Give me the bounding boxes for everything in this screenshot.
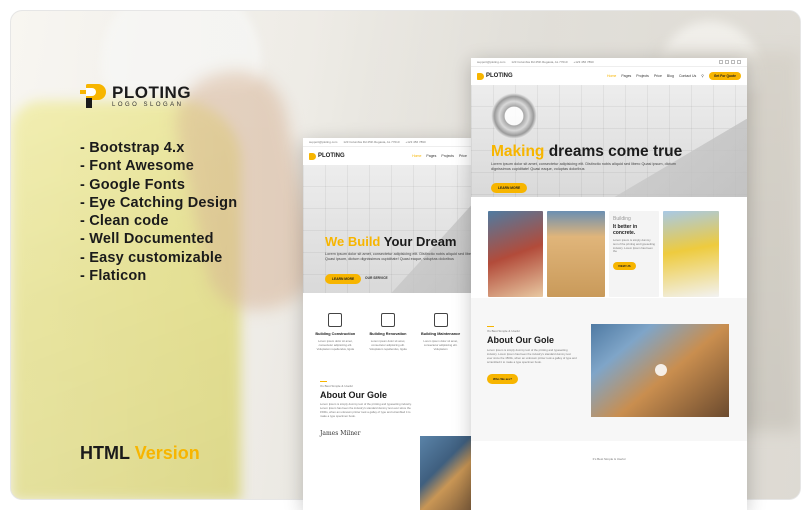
tools-icon bbox=[433, 313, 448, 327]
service-card: Building Construction Lorem ipsum dolor … bbox=[314, 313, 356, 351]
about-image bbox=[420, 436, 473, 510]
crane-icon bbox=[328, 313, 343, 327]
section-tag: It's Best Simple & Useful bbox=[592, 457, 626, 461]
view-us-button[interactable]: VIEW US bbox=[613, 262, 636, 271]
facebook-icon[interactable] bbox=[719, 60, 723, 64]
who-we-are-button[interactable]: Who We are? bbox=[487, 374, 518, 384]
topbar-phone: +123 456 7890 bbox=[405, 140, 426, 144]
version-word: Version bbox=[134, 443, 200, 463]
house-icon bbox=[380, 313, 395, 327]
brand-logo: PLOTING LOGO SLOGAN bbox=[80, 84, 191, 108]
about-section: It's Best Simple & Useful About Our Gole… bbox=[303, 357, 473, 437]
feature-item: - Font Awesome bbox=[80, 158, 194, 175]
about-text: Lorem Ipsum is simply dummy text of the … bbox=[320, 401, 412, 418]
about-title: About Our Gole bbox=[320, 389, 387, 400]
mockup-page-back: support@ploting.com 123 Columbia Rd 45th… bbox=[303, 138, 473, 510]
nav-item-contact[interactable]: Contact Us bbox=[679, 74, 696, 78]
nav-item-price[interactable]: Price bbox=[459, 154, 467, 158]
nav-item-projects[interactable]: Projects bbox=[441, 154, 454, 158]
service-card: Building Maintenance Lorem ipsum dolor s… bbox=[420, 313, 462, 351]
feature-item: - Easy customizable bbox=[80, 249, 223, 266]
bearing-image bbox=[491, 93, 537, 139]
topbar-email: support@ploting.com bbox=[477, 60, 506, 64]
topbar-address: 123 Columbia Rd 45th Regasta, AL 77010 bbox=[511, 60, 568, 64]
nav-logo[interactable]: PLOTING bbox=[309, 152, 345, 160]
nav-item-price[interactable]: Price bbox=[654, 74, 662, 78]
gallery-image bbox=[488, 211, 543, 297]
nav-item-home[interactable]: Home bbox=[412, 154, 421, 158]
nav-item-pages[interactable]: Pages bbox=[426, 154, 436, 158]
logo-icon bbox=[309, 152, 316, 160]
nav-item-pages[interactable]: Pages bbox=[621, 74, 631, 78]
topbar-address: 123 Columbia Rd 45th Regasta, AL 77010 bbox=[343, 140, 400, 144]
nav-item-blog[interactable]: Blog bbox=[667, 74, 674, 78]
service-card: Building Renovation Lorem ipsum dolor si… bbox=[367, 313, 409, 351]
services-section: Building Construction Lorem ipsum dolor … bbox=[303, 293, 473, 357]
version-html: HTML bbox=[80, 443, 130, 463]
gallery-card: Building It better in concrete. Lorem ip… bbox=[609, 211, 659, 297]
feature-item: - Google Fonts bbox=[80, 176, 186, 193]
navbar: PLOTING Home Pages Projects Price Blog C… bbox=[471, 67, 747, 85]
about-text: Lorem Ipsum is simply dummy text of the … bbox=[487, 348, 577, 364]
hero-text: Lorem ipsum dolor sit amet, consectetur … bbox=[491, 162, 676, 171]
feature-item: - Clean code bbox=[80, 213, 169, 230]
social-links bbox=[719, 60, 741, 64]
linkedin-icon[interactable] bbox=[737, 60, 741, 64]
feature-item: - Well Documented bbox=[80, 231, 214, 248]
version-label: HTML Version bbox=[80, 443, 200, 464]
brand-slogan: LOGO SLOGAN bbox=[112, 102, 184, 108]
instagram-icon[interactable] bbox=[731, 60, 735, 64]
nav-item-home[interactable]: Home bbox=[607, 74, 616, 78]
logo-icon bbox=[477, 72, 484, 80]
brand-name: PLOTING bbox=[112, 83, 192, 102]
nav-logo[interactable]: PLOTING bbox=[477, 72, 513, 80]
navbar: PLOTING Home Pages Projects Price bbox=[303, 147, 473, 165]
play-icon[interactable] bbox=[655, 364, 667, 376]
nav-item-projects[interactable]: Projects bbox=[636, 74, 649, 78]
gallery-image bbox=[547, 211, 605, 297]
hero-section: We Build Your Dream Lorem ipsum dolor si… bbox=[303, 165, 473, 293]
hero-title: We Build Your Dream bbox=[325, 234, 457, 249]
gallery-section: Building It better in concrete. Lorem ip… bbox=[471, 197, 747, 298]
hero-title: Making dreams come true bbox=[491, 143, 683, 160]
about-tag: It's Best Simple & Useful bbox=[320, 381, 473, 388]
feature-item: - Eye Catching Design bbox=[80, 194, 238, 211]
learn-more-button[interactable]: LEARN MORE bbox=[325, 274, 362, 284]
hero-text: Lorem ipsum dolor sit amet, consectetur … bbox=[325, 252, 473, 261]
gallery-image bbox=[663, 211, 719, 297]
feature-item: - Flaticon bbox=[80, 268, 147, 285]
about-section: It's Best Simple & Useful About Our Gole… bbox=[471, 298, 747, 441]
hero-section: Making dreams come true Lorem ipsum dolo… bbox=[471, 85, 747, 197]
logo-icon bbox=[80, 84, 106, 108]
topbar: support@ploting.com 123 Columbia Rd 45th… bbox=[471, 58, 747, 67]
our-service-link[interactable]: OUR SERVICE bbox=[365, 276, 388, 280]
mockup-page-front: support@ploting.com 123 Columbia Rd 45th… bbox=[471, 58, 747, 510]
about-image bbox=[591, 324, 729, 417]
topbar-phone: +123 456 7890 bbox=[573, 60, 594, 64]
get-quote-button[interactable]: Get For Quote bbox=[708, 72, 741, 80]
topbar: support@ploting.com 123 Columbia Rd 45th… bbox=[303, 138, 473, 147]
feature-list: - Bootstrap 4.x - Font Awesome - Google … bbox=[80, 139, 237, 285]
search-icon[interactable]: ⚲ bbox=[701, 74, 704, 78]
twitter-icon[interactable] bbox=[725, 60, 729, 64]
feature-item: - Bootstrap 4.x bbox=[80, 140, 185, 156]
topbar-email: support@ploting.com bbox=[309, 140, 338, 144]
learn-more-button[interactable]: LEARN MORE bbox=[491, 183, 528, 193]
